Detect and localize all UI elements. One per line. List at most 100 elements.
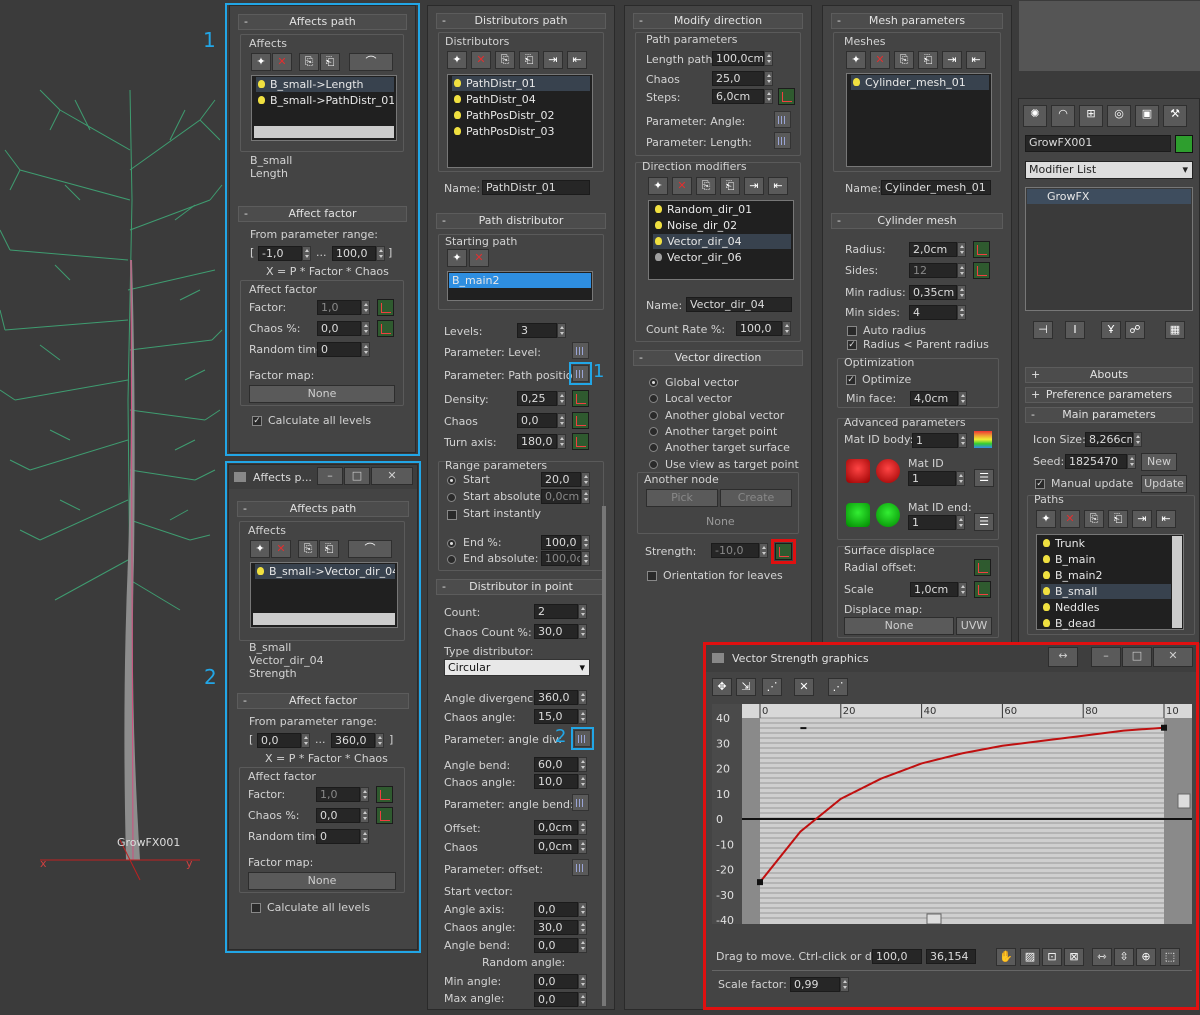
configure-sets-icon[interactable]: ▦	[1165, 321, 1185, 339]
start-absolute-spinner[interactable]	[581, 489, 590, 504]
param-angle-curve-icon[interactable]	[774, 111, 791, 128]
mat-id-end-input[interactable]: 1	[908, 515, 956, 530]
direction-modifiers-list[interactable]: Random_dir_01 Noise_dir_02 Vector_dir_04…	[648, 200, 794, 280]
param-angle-bend-curve-icon[interactable]	[572, 794, 589, 811]
chaos-count-spinner[interactable]	[578, 624, 587, 639]
param-level-curve-icon[interactable]	[572, 342, 589, 359]
move-up-button[interactable]: ⇥	[1132, 510, 1152, 528]
list-item[interactable]: Noise_dir_02	[653, 218, 791, 233]
vertical-scrollbar[interactable]	[602, 506, 606, 1006]
stack-item[interactable]: GrowFX	[1027, 189, 1191, 204]
move-up-button[interactable]: ⇥	[942, 51, 962, 69]
sides-curve-icon[interactable]	[973, 262, 990, 279]
end-absolute-radio[interactable]	[447, 555, 456, 564]
cylinder-mesh-rollout[interactable]: - Cylinder mesh	[831, 213, 1003, 229]
mat-id-end-list-button[interactable]: ☰	[974, 513, 994, 531]
chaos-angle-input[interactable]: 15,0	[534, 709, 578, 724]
end-spinner[interactable]	[581, 535, 590, 550]
angle-div-spinner[interactable]	[578, 690, 587, 705]
create-button[interactable]: Create	[720, 489, 792, 507]
list-item[interactable]: B_dead	[1041, 616, 1171, 631]
min-face-input[interactable]: 4,0cm	[910, 391, 958, 406]
min-angle-spinner[interactable]	[578, 974, 587, 989]
strength-spinner[interactable]	[759, 543, 768, 558]
chaos2-spinner[interactable]	[578, 839, 587, 854]
mat-id-spinner[interactable]	[956, 471, 965, 486]
min-sides-input[interactable]: 4	[909, 305, 957, 320]
update-button[interactable]: Update	[1141, 475, 1187, 493]
copy-modifier-button[interactable]: ⎘	[696, 177, 716, 195]
distributor-in-point-rollout[interactable]: - Distributor in point	[436, 579, 606, 595]
move-down-button[interactable]: ⇤	[1156, 510, 1176, 528]
chaos-angle2-input[interactable]: 10,0	[534, 774, 578, 789]
add-start-path-button[interactable]: ✦	[447, 249, 467, 267]
list-item[interactable]: B_main2	[449, 273, 591, 288]
levels-input[interactable]: 3	[517, 323, 557, 338]
distributors-list[interactable]: PathDistr_01 PathDistr_04 PathPosDistr_0…	[447, 74, 593, 168]
angle-bend2-input[interactable]: 0,0	[534, 938, 578, 953]
delete-path-button[interactable]: ✕	[1060, 510, 1080, 528]
copy-mesh-button[interactable]: ⎘	[894, 51, 914, 69]
min-radius-input[interactable]: 0,35cm	[909, 285, 957, 300]
min-face-spinner[interactable]	[958, 391, 967, 406]
preference-rollout[interactable]: + Preference parameters	[1025, 387, 1193, 403]
radius-parent-checkbox[interactable]: ✓	[847, 340, 857, 350]
length-path-spinner[interactable]	[764, 51, 773, 66]
radius-input[interactable]: 2,0cm	[909, 242, 957, 257]
sides-spinner[interactable]	[957, 263, 966, 278]
modifier-list-dropdown[interactable]: Modifier List ▾	[1025, 161, 1193, 179]
chaos-input[interactable]: 25,0	[712, 71, 764, 86]
list-item[interactable]: Random_dir_01	[653, 202, 791, 217]
length-path-input[interactable]: 100,0cm	[712, 51, 764, 66]
main-params-rollout[interactable]: - Main parameters	[1025, 407, 1193, 423]
optimize-checkbox[interactable]: ✓	[846, 375, 856, 385]
name-input[interactable]: PathDistr_01	[482, 180, 590, 195]
move-down-button[interactable]: ⇤	[966, 51, 986, 69]
count-spinner[interactable]	[578, 604, 587, 619]
list-item[interactable]: Vector_dir_06	[653, 250, 791, 265]
radius-spinner[interactable]	[957, 242, 966, 257]
chaos2-input[interactable]: 0,0cm	[534, 839, 578, 854]
seed-input[interactable]: 1825470	[1065, 454, 1127, 469]
max-angle-spinner[interactable]	[578, 992, 587, 1007]
angle-axis-input[interactable]: 0,0	[534, 902, 578, 917]
turn-axis-spinner[interactable]	[557, 434, 566, 449]
name-input[interactable]: Cylinder_mesh_01	[881, 180, 991, 195]
list-item[interactable]: Cylinder_mesh_01	[851, 75, 989, 90]
offset-input[interactable]: 0,0cm	[534, 820, 578, 835]
chaos-angle-spinner[interactable]	[578, 709, 587, 724]
min-radius-spinner[interactable]	[957, 285, 966, 300]
paste-distributor-button[interactable]: ⎗	[519, 51, 539, 69]
param-offset-curve-icon[interactable]	[572, 859, 589, 876]
start-absolute-radio[interactable]	[447, 493, 456, 502]
vector-radio-5[interactable]	[649, 459, 658, 469]
angle-axis-spinner[interactable]	[578, 902, 587, 917]
list-item[interactable]: B_small	[1041, 584, 1171, 599]
density-curve-icon[interactable]	[572, 390, 589, 407]
param-length-curve-icon[interactable]	[774, 132, 791, 149]
modify-tab-icon[interactable]: ◠	[1051, 105, 1075, 127]
delete-start-path-button[interactable]: ✕	[469, 249, 489, 267]
list-item[interactable]: B_main2	[1041, 568, 1171, 583]
radius-curve-icon[interactable]	[973, 241, 990, 258]
move-up-button[interactable]: ⇥	[744, 177, 764, 195]
add-path-button[interactable]: ✦	[1036, 510, 1056, 528]
display-tab-icon[interactable]: ▣	[1135, 105, 1159, 127]
remove-modifier-icon[interactable]: ☍	[1125, 321, 1145, 339]
mat-id-body-input[interactable]: 1	[912, 433, 958, 448]
add-distributor-button[interactable]: ✦	[447, 51, 467, 69]
start-radio[interactable]	[447, 476, 456, 485]
paths-list[interactable]: Trunk B_main B_main2 B_small Neddles B_d…	[1036, 534, 1184, 630]
vector-radio-1[interactable]	[649, 394, 658, 404]
meshes-list[interactable]: Cylinder_mesh_01	[846, 73, 992, 167]
icon-size-spinner[interactable]	[1133, 432, 1142, 447]
path-distributor-rollout[interactable]: - Path distributor	[436, 213, 606, 229]
steps-spinner[interactable]	[764, 89, 773, 104]
end-absolute-input[interactable]: 100,0c	[541, 551, 581, 566]
scale-curve-icon[interactable]	[974, 581, 991, 598]
orientation-leaves-checkbox[interactable]	[647, 571, 657, 581]
count-rate-spinner[interactable]	[782, 321, 791, 336]
vector-radio-0[interactable]	[649, 378, 658, 387]
pick-button[interactable]: Pick	[646, 489, 718, 507]
density-spinner[interactable]	[557, 391, 566, 406]
